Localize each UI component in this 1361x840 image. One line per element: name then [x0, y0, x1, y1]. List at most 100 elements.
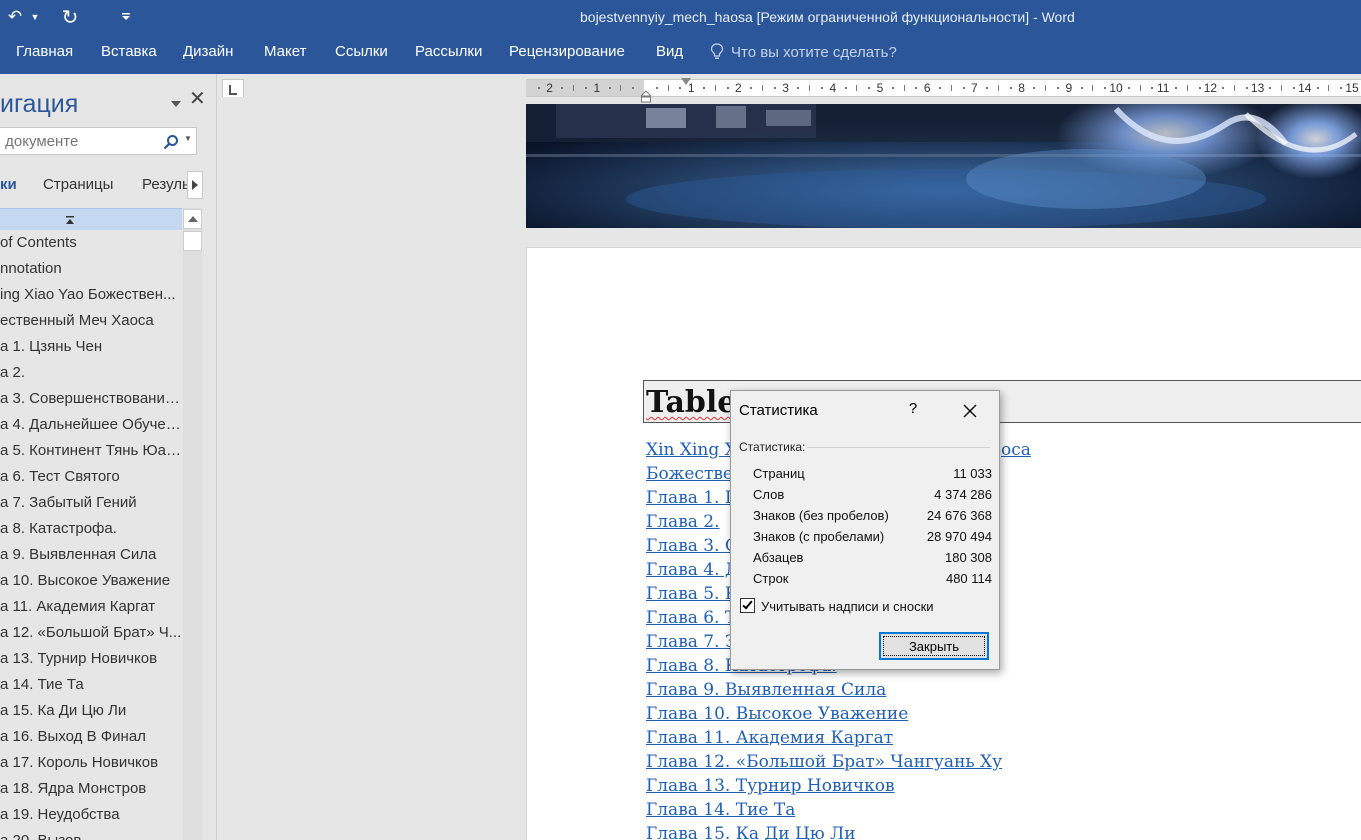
- nav-heading-item[interactable]: а 10. Высокое Уважение: [0, 568, 182, 594]
- nav-heading-item[interactable]: а 4. Дальнейшее Обучен...: [0, 412, 182, 438]
- dialog-title: Статистика: [739, 402, 818, 419]
- nav-heading-item[interactable]: а 5. Континент Тянь Юань: [0, 438, 182, 464]
- nav-heading-item[interactable]: а 6. Тест Святого: [0, 464, 182, 490]
- tab-mailings[interactable]: Рассылки: [415, 43, 482, 60]
- nav-scrollbar[interactable]: [183, 208, 202, 840]
- chevron-down-icon[interactable]: ▼: [184, 134, 192, 143]
- navigation-pane: игация ✕ ▼ ки Страницы Резуль of Content…: [0, 74, 217, 840]
- redo-icon[interactable]: ↻: [56, 0, 84, 34]
- nav-heading-item[interactable]: а 13. Турнир Новичков: [0, 646, 182, 672]
- undo-icon[interactable]: ↶: [2, 0, 28, 34]
- close-icon[interactable]: [959, 400, 981, 422]
- include-textboxes-checkbox[interactable]: [740, 598, 755, 613]
- ruler-tick: [998, 85, 999, 91]
- stat-row: Слов 4 374 286: [753, 484, 992, 505]
- close-button[interactable]: Закрыть: [879, 632, 989, 660]
- close-icon[interactable]: ✕: [189, 89, 206, 109]
- ruler-tick: [561, 87, 564, 89]
- nav-tab-headings[interactable]: ки: [0, 176, 17, 193]
- nav-tab-pages[interactable]: Страницы: [43, 176, 113, 193]
- nav-heading-item[interactable]: а 8. Катастрофа.: [0, 516, 182, 542]
- nav-heading-item[interactable]: ing Xiao Yao Божествен...: [0, 282, 182, 308]
- nav-heading-item[interactable]: nnotation: [0, 256, 182, 282]
- ruler-label: 1: [593, 81, 601, 95]
- nav-heading-item[interactable]: а 17. Король Новичков: [0, 750, 182, 776]
- nav-headings-list: of Contents nnotation ing Xiao Yao Божеств…: [0, 230, 182, 840]
- nav-heading-item[interactable]: а 14. Тие Та: [0, 672, 182, 698]
- tab-view[interactable]: Вид: [656, 43, 683, 60]
- statistics-table: Страниц 11 033 Слов 4 374 286 Знаков (без пр…: [753, 463, 992, 589]
- ruler-tick: [773, 87, 776, 89]
- undo-dropdown-icon[interactable]: ▼: [28, 0, 42, 34]
- ruler-tick: [573, 85, 575, 91]
- nav-heading-item[interactable]: а 2.: [0, 360, 182, 386]
- nav-heading-item[interactable]: ественный Меч Хаоса: [0, 308, 182, 334]
- toc-link-tail[interactable]: оса: [1001, 438, 1031, 462]
- first-line-indent-marker[interactable]: [681, 78, 691, 85]
- ruler-label: 7: [971, 81, 978, 95]
- checkbox-label[interactable]: Учитывать надписи и сноски: [761, 599, 934, 614]
- ruler-tick: [856, 85, 858, 91]
- tab-design[interactable]: Дизайн: [183, 43, 233, 60]
- hanging-indent-marker[interactable]: [641, 90, 651, 103]
- nav-heading-item[interactable]: а 18. Ядра Монстров: [0, 776, 182, 802]
- nav-heading-item[interactable]: а 12. «Большой Брат» Ч...: [0, 620, 182, 646]
- search-icon[interactable]: [163, 134, 179, 150]
- horizontal-ruler[interactable]: 2 1 1 2 3 4 5 6 7 8 9 10 11 12 13 14 15: [526, 78, 1361, 103]
- ruler-tick: [950, 85, 952, 91]
- nav-heading-item[interactable]: а 1. Цзянь Чен: [0, 334, 182, 360]
- ruler-tick: [1151, 87, 1154, 89]
- tell-me-box[interactable]: Что вы хотите сделать?: [710, 43, 897, 61]
- nav-tab-results[interactable]: Резуль: [142, 176, 190, 193]
- nav-heading-item[interactable]: а 15. Ка Ди Цю Ли: [0, 698, 182, 724]
- scroll-up-icon[interactable]: [183, 209, 202, 229]
- nav-options-icon[interactable]: [170, 96, 182, 107]
- stat-value: 180 308: [945, 550, 992, 565]
- ruler-tick: [891, 87, 894, 89]
- nav-heading-item[interactable]: а 16. Выход В Финал: [0, 724, 182, 750]
- ruler-tick: [585, 87, 587, 89]
- tab-home[interactable]: Главная: [16, 43, 73, 60]
- ribbon-tabs: Главная Вставка Дизайн Макет Ссылки Расс…: [0, 34, 1361, 74]
- search-input[interactable]: [0, 128, 160, 154]
- nav-search-box[interactable]: ▼: [0, 127, 197, 155]
- customize-qat-icon[interactable]: [116, 0, 136, 34]
- toc-link[interactable]: Глава 13. Турнир Новичков: [646, 774, 1002, 798]
- tab-insert[interactable]: Вставка: [101, 43, 157, 60]
- ruler-tick: [1057, 87, 1059, 89]
- cover-artwork: [526, 104, 1361, 228]
- tab-review[interactable]: Рецензирование: [509, 43, 625, 60]
- toc-link[interactable]: Глава 14. Тие Та: [646, 798, 1002, 822]
- ruler-tick: [1222, 87, 1225, 89]
- stat-row: Знаков (без пробелов) 24 676 368: [753, 505, 992, 526]
- scroll-thumb[interactable]: [183, 231, 202, 251]
- toc-link[interactable]: Глава 10. Высокое Уважение: [646, 702, 1002, 726]
- nav-heading-item[interactable]: а 3. Совершенствование...: [0, 386, 182, 412]
- ruler-tick: [1127, 87, 1130, 89]
- toc-link[interactable]: Глава 9. Выявленная Сила: [646, 678, 1002, 702]
- toc-link[interactable]: Глава 11. Академия Каргат: [646, 726, 1002, 750]
- chevron-right-icon[interactable]: [187, 171, 203, 199]
- ruler-label: 2: [546, 81, 553, 95]
- ruler-tick: [1198, 87, 1201, 89]
- ruler-tick: [1340, 87, 1343, 89]
- tab-references[interactable]: Ссылки: [335, 43, 388, 60]
- ruler-tick: [797, 87, 800, 89]
- ruler-tick: [703, 87, 705, 89]
- stat-label: Знаков (без пробелов): [753, 508, 889, 523]
- help-icon[interactable]: ?: [903, 400, 923, 422]
- nav-heading-item[interactable]: а 20. Вызов: [0, 828, 182, 840]
- ruler-tick: [1234, 85, 1235, 91]
- ruler-label: 14: [1298, 81, 1312, 95]
- nav-heading-item[interactable]: а 9. Выявленная Сила: [0, 542, 182, 568]
- toc-link[interactable]: Глава 15. Ка Ди Цю Ли: [646, 822, 1002, 840]
- tell-me-text: Что вы хотите сделать?: [731, 44, 897, 61]
- collapse-headings-bar[interactable]: [0, 208, 182, 230]
- nav-heading-item[interactable]: of Contents: [0, 230, 182, 256]
- nav-heading-item[interactable]: а 7. Забытый Гений: [0, 490, 182, 516]
- tab-layout[interactable]: Макет: [264, 43, 306, 60]
- ruler-tick: [608, 87, 611, 89]
- nav-heading-item[interactable]: а 19. Неудобства: [0, 802, 182, 828]
- nav-heading-item[interactable]: а 11. Академия Каргат: [0, 594, 182, 620]
- toc-link[interactable]: Глава 12. «Большой Брат» Чангуань Ху: [646, 750, 1002, 774]
